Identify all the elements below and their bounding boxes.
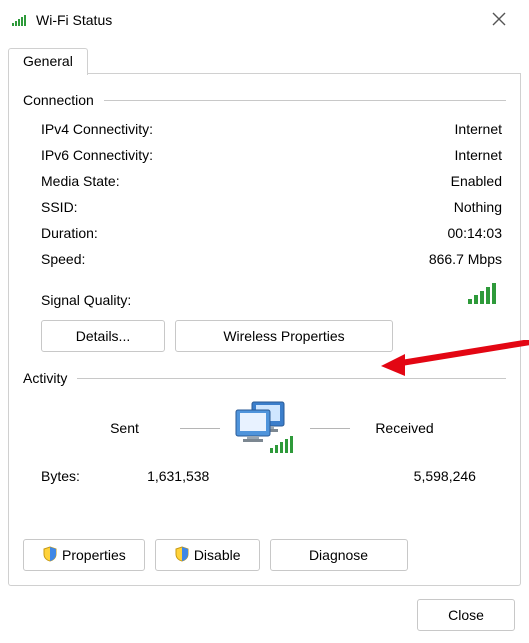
ipv4-value: Internet	[455, 121, 502, 137]
received-bytes-value: 5,598,246	[414, 468, 476, 484]
properties-button-label: Properties	[62, 547, 126, 563]
received-label: Received	[360, 420, 450, 436]
ipv6-value: Internet	[455, 147, 502, 163]
ssid-value: Nothing	[454, 199, 502, 215]
shield-icon	[42, 546, 58, 565]
close-button[interactable]: Close	[417, 599, 515, 631]
ipv6-label: IPv6 Connectivity:	[41, 147, 153, 163]
window-title: Wi-Fi Status	[36, 12, 112, 28]
speed-value: 866.7 Mbps	[429, 251, 502, 267]
media-state-label: Media State:	[41, 173, 120, 189]
signal-quality-label: Signal Quality:	[41, 292, 131, 308]
disable-button[interactable]: Disable	[155, 539, 260, 571]
details-button[interactable]: Details...	[41, 320, 165, 352]
duration-label: Duration:	[41, 225, 98, 241]
tab-general[interactable]: General	[8, 48, 88, 75]
bytes-label: Bytes:	[41, 468, 80, 484]
shield-icon	[174, 546, 190, 565]
properties-button[interactable]: Properties	[23, 539, 145, 571]
sent-bytes-value: 1,631,538	[147, 468, 209, 484]
wifi-signal-icon	[10, 13, 30, 27]
duration-value: 00:14:03	[448, 225, 503, 241]
activity-group-label: Activity	[23, 370, 67, 386]
close-icon[interactable]	[479, 10, 519, 31]
disable-button-label: Disable	[194, 547, 241, 563]
ssid-label: SSID:	[41, 199, 78, 215]
sent-label: Sent	[80, 420, 170, 436]
diagnose-button[interactable]: Diagnose	[270, 539, 408, 571]
ipv4-label: IPv4 Connectivity:	[41, 121, 153, 137]
signal-quality-icon	[468, 281, 502, 308]
speed-label: Speed:	[41, 251, 85, 267]
wireless-properties-button[interactable]: Wireless Properties	[175, 320, 393, 352]
media-state-value: Enabled	[451, 173, 502, 189]
connection-group-label: Connection	[23, 92, 94, 108]
network-activity-icon	[230, 400, 300, 456]
